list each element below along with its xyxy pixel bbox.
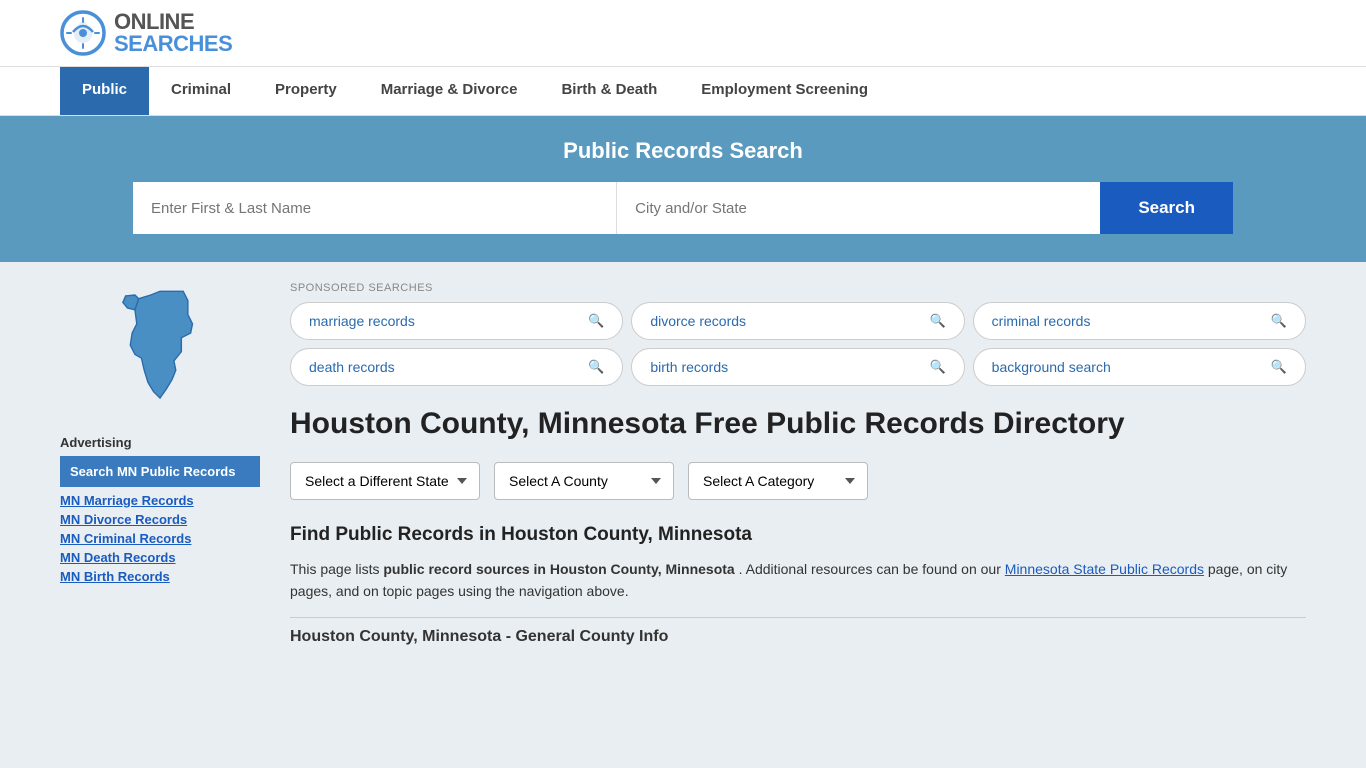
category-dropdown[interactable]: Select A Category	[688, 462, 868, 500]
hero-title: Public Records Search	[60, 138, 1306, 164]
sidebar-link-marriage[interactable]: MN Marriage Records	[60, 493, 260, 508]
sponsored-pill-background[interactable]: background search 🔍	[973, 348, 1306, 386]
search-icon-background: 🔍	[1271, 359, 1287, 375]
sponsored-grid: marriage records 🔍 divorce records 🔍 cri…	[290, 302, 1306, 386]
nav-item-property[interactable]: Property	[253, 67, 359, 115]
minnesota-map-svg	[95, 282, 225, 412]
sponsored-pill-marriage[interactable]: marriage records 🔍	[290, 302, 623, 340]
sidebar-link-divorce[interactable]: MN Divorce Records	[60, 512, 260, 527]
logo[interactable]: ONLINE SEARCHES	[60, 10, 232, 56]
search-icon-birth: 🔍	[929, 359, 945, 375]
name-search-input[interactable]	[133, 182, 617, 234]
search-icon-criminal: 🔍	[1271, 313, 1287, 329]
search-icon-marriage: 🔍	[588, 313, 604, 329]
sponsored-pill-divorce[interactable]: divorce records 🔍	[631, 302, 964, 340]
header: ONLINE SEARCHES	[0, 0, 1366, 67]
sidebar-link-birth[interactable]: MN Birth Records	[60, 569, 260, 584]
sidebar-link-death[interactable]: MN Death Records	[60, 550, 260, 565]
county-dropdown[interactable]: Select A County	[494, 462, 674, 500]
location-search-input[interactable]	[617, 182, 1100, 234]
sponsored-pill-birth[interactable]: birth records 🔍	[631, 348, 964, 386]
logo-icon	[60, 10, 106, 56]
main-nav: Public Criminal Property Marriage & Divo…	[0, 67, 1366, 116]
main-content: SPONSORED SEARCHES marriage records 🔍 di…	[290, 282, 1306, 646]
nav-item-public[interactable]: Public	[60, 67, 149, 115]
mn-map	[60, 282, 260, 415]
sponsored-label: SPONSORED SEARCHES	[290, 282, 1306, 294]
logo-online: ONLINE	[114, 11, 232, 33]
sidebar-link-criminal[interactable]: MN Criminal Records	[60, 531, 260, 546]
desc-text1: This page lists	[290, 561, 379, 577]
sponsored-pill-divorce-text: divorce records	[650, 313, 746, 329]
mn-state-records-link[interactable]: Minnesota State Public Records	[1005, 561, 1204, 577]
county-info-heading: Houston County, Minnesota - General Coun…	[290, 628, 1306, 646]
sponsored-pill-birth-text: birth records	[650, 359, 728, 375]
hero-section: Public Records Search Search	[0, 116, 1366, 262]
main-layout: Advertising Search MN Public Records MN …	[0, 262, 1366, 666]
dropdowns-row: Select a Different State Select A County…	[290, 462, 1306, 500]
sponsored-pill-criminal-text: criminal records	[992, 313, 1091, 329]
sponsored-pill-criminal[interactable]: criminal records 🔍	[973, 302, 1306, 340]
page-title: Houston County, Minnesota Free Public Re…	[290, 406, 1306, 442]
nav-item-birth-death[interactable]: Birth & Death	[539, 67, 679, 115]
find-heading: Find Public Records in Houston County, M…	[290, 524, 1306, 546]
sponsored-pill-death[interactable]: death records 🔍	[290, 348, 623, 386]
sidebar-highlighted-link[interactable]: Search MN Public Records	[60, 456, 260, 487]
section-divider	[290, 617, 1306, 618]
logo-text: ONLINE SEARCHES	[114, 11, 232, 55]
sidebar-ad-label: Advertising	[60, 435, 260, 450]
sidebar: Advertising Search MN Public Records MN …	[60, 282, 260, 646]
nav-item-criminal[interactable]: Criminal	[149, 67, 253, 115]
search-icon-divorce: 🔍	[929, 313, 945, 329]
sidebar-links: MN Marriage Records MN Divorce Records M…	[60, 493, 260, 584]
sponsored-pill-background-text: background search	[992, 359, 1111, 375]
sponsored-pill-death-text: death records	[309, 359, 395, 375]
state-dropdown[interactable]: Select a Different State	[290, 462, 480, 500]
description-paragraph: This page lists public record sources in…	[290, 558, 1306, 603]
nav-item-marriage-divorce[interactable]: Marriage & Divorce	[359, 67, 540, 115]
desc-bold1: public record sources in Houston County,…	[383, 561, 734, 577]
nav-item-employment[interactable]: Employment Screening	[679, 67, 890, 115]
desc-text2: . Additional resources can be found on o…	[739, 561, 1001, 577]
search-icon-death: 🔍	[588, 359, 604, 375]
search-row: Search	[133, 182, 1233, 234]
search-button[interactable]: Search	[1100, 182, 1233, 234]
sponsored-pill-marriage-text: marriage records	[309, 313, 415, 329]
logo-searches: SEARCHES	[114, 33, 232, 55]
